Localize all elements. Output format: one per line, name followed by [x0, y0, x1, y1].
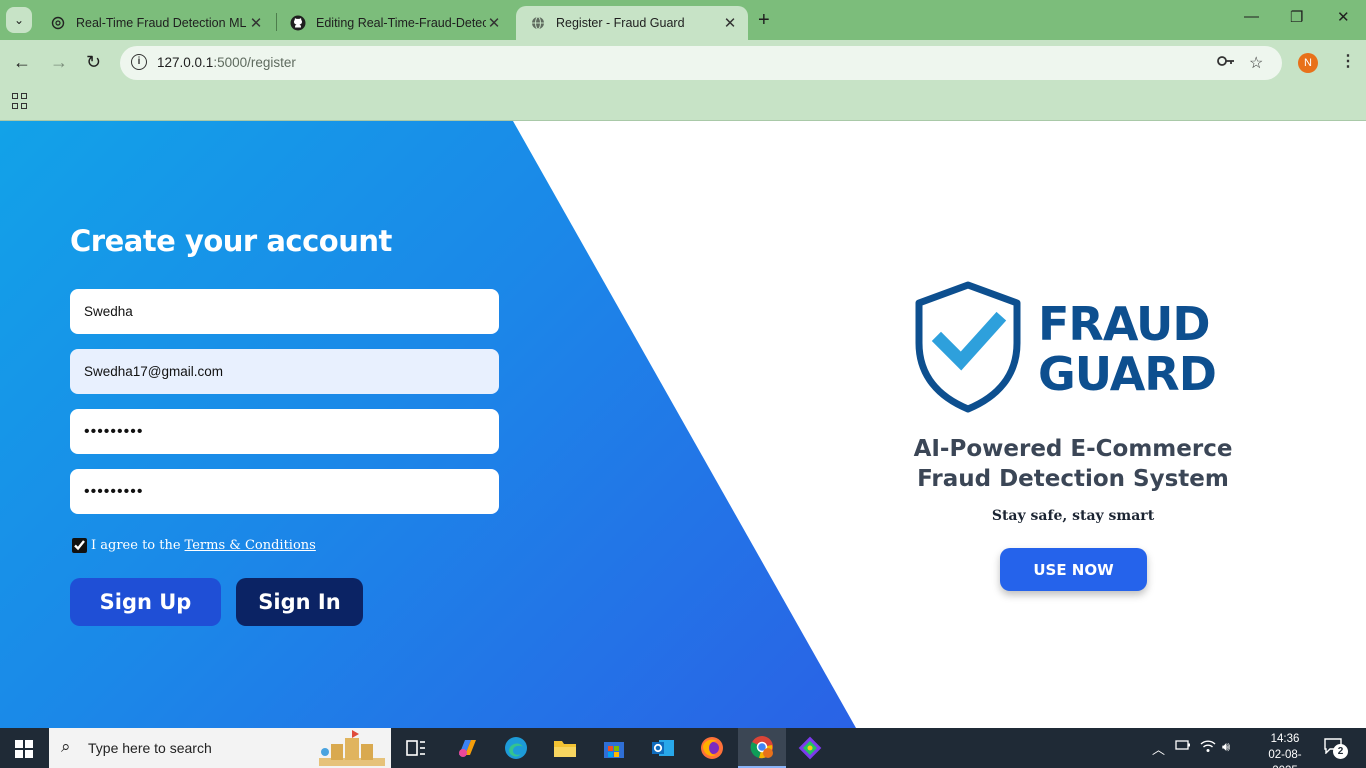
- brand-subtagline: Stay safe, stay smart: [991, 508, 1155, 524]
- microsoft-store-icon[interactable]: [600, 734, 628, 762]
- file-explorer-icon[interactable]: [551, 734, 579, 762]
- tagline-line2: Fraud Detection System: [917, 466, 1229, 492]
- close-window-button[interactable]: ✕: [1337, 8, 1350, 26]
- sandcastle-icon: [319, 730, 385, 766]
- chatgpt-icon: [50, 15, 66, 31]
- notification-center-button[interactable]: 2: [1324, 738, 1348, 759]
- close-icon[interactable]: ✕: [486, 14, 502, 32]
- clock-date: 02-08-2025: [1268, 749, 1302, 768]
- outlook-icon[interactable]: [649, 734, 677, 762]
- back-button[interactable]: ←: [13, 52, 31, 73]
- form-title: Create your account: [70, 224, 392, 258]
- profile-avatar[interactable]: N: [1298, 53, 1318, 73]
- restore-button[interactable]: ❐: [1290, 8, 1303, 26]
- firefox-icon[interactable]: [698, 734, 726, 762]
- agree-label: I agree to the: [91, 538, 181, 553]
- browser-toolbar: ← → ↻ i 127.0.0.1:5000/register ☆ N ⋮: [0, 40, 1366, 86]
- copilot-icon[interactable]: [453, 734, 481, 762]
- tab-fraud-detection-ml[interactable]: Real-Time Fraud Detection ML ✕: [36, 6, 274, 40]
- agree-checkbox[interactable]: [72, 538, 87, 553]
- site-info-icon[interactable]: i: [131, 54, 147, 70]
- shield-check-logo-icon: [915, 281, 1021, 413]
- brand-name: FRAUD GUARD: [1038, 297, 1217, 401]
- brand-tagline: AI-Powered E-Commerce Fraud Detection Sy…: [900, 434, 1246, 494]
- git-app-icon[interactable]: [796, 734, 824, 762]
- windows-start-icon[interactable]: [15, 740, 33, 758]
- sign-in-button[interactable]: Sign In: [236, 578, 363, 626]
- email-field[interactable]: [70, 349, 499, 394]
- clock-time: 14:36: [1270, 733, 1300, 745]
- volume-icon[interactable]: 🔊︎: [1222, 739, 1230, 755]
- github-icon: [290, 15, 306, 31]
- search-placeholder: Type here to search: [88, 740, 212, 756]
- new-tab-button[interactable]: +: [758, 9, 770, 32]
- url-text[interactable]: 127.0.0.1:5000/register: [157, 55, 296, 70]
- show-hidden-icons-chevron-icon[interactable]: ︿: [1152, 739, 1165, 758]
- use-now-button[interactable]: USE NOW: [1000, 548, 1147, 591]
- brand-name-line1: FRAUD: [1038, 297, 1211, 351]
- tab-register-fraud-guard[interactable]: Register - Fraud Guard ✕: [516, 6, 748, 40]
- terms-link[interactable]: Terms & Conditions: [185, 538, 316, 553]
- search-icon: ⌕: [61, 737, 71, 756]
- battery-icon[interactable]: [1175, 739, 1191, 754]
- reload-button[interactable]: ↻: [86, 52, 101, 73]
- confirm-password-field[interactable]: [70, 469, 499, 514]
- tab-title: Real-Time Fraud Detection ML: [76, 16, 247, 30]
- bookmarks-bar: [0, 86, 1366, 121]
- address-bar[interactable]: i 127.0.0.1:5000/register ☆: [120, 46, 1282, 80]
- password-field[interactable]: [70, 409, 499, 454]
- username-field[interactable]: [70, 289, 499, 334]
- page-content: Create your account I agree to the Terms…: [0, 121, 1366, 728]
- brand-name-line2: GUARD: [1038, 347, 1217, 401]
- task-view-icon[interactable]: [402, 734, 430, 762]
- apps-grid-icon[interactable]: [12, 93, 28, 109]
- windows-taskbar: ⌕ Type here to search ︿ 🔊︎ 14:36 02-08- …: [0, 728, 1366, 768]
- chrome-taskbar-icon[interactable]: [738, 728, 786, 768]
- brand-section: FRAUD GUARD AI-Powered E-Commerce Fraud …: [900, 281, 1246, 601]
- chevron-down-icon: ⌄: [13, 13, 25, 27]
- tagline-line1: AI-Powered E-Commerce: [913, 436, 1233, 462]
- sign-up-button[interactable]: Sign Up: [70, 578, 221, 626]
- tab-title: Register - Fraud Guard: [556, 16, 685, 30]
- terms-agreement: I agree to the Terms & Conditions: [72, 538, 316, 553]
- forward-button[interactable]: →: [50, 52, 68, 73]
- bookmark-star-icon[interactable]: ☆: [1249, 53, 1263, 73]
- close-icon[interactable]: ✕: [248, 14, 264, 32]
- close-icon[interactable]: ✕: [722, 14, 738, 32]
- notification-count-badge: 2: [1333, 744, 1348, 759]
- tab-title: Editing Real-Time-Fraud-Detect: [316, 16, 486, 30]
- tab-strip: ⌄ Real-Time Fraud Detection ML ✕ Editing…: [0, 0, 1366, 40]
- taskbar-clock[interactable]: 14:36 02-08-2025: [1259, 731, 1311, 768]
- password-key-icon[interactable]: [1216, 53, 1236, 74]
- globe-icon: [530, 15, 546, 31]
- edge-browser-icon[interactable]: [502, 734, 530, 762]
- tab-search-button[interactable]: ⌄: [6, 7, 32, 33]
- menu-kebab-icon[interactable]: ⋮: [1340, 51, 1356, 71]
- minimize-button[interactable]: —: [1244, 8, 1259, 25]
- taskbar-search-box[interactable]: ⌕ Type here to search: [49, 728, 391, 768]
- wifi-icon[interactable]: [1200, 739, 1216, 756]
- tab-editing-github[interactable]: Editing Real-Time-Fraud-Detect ✕: [276, 6, 512, 40]
